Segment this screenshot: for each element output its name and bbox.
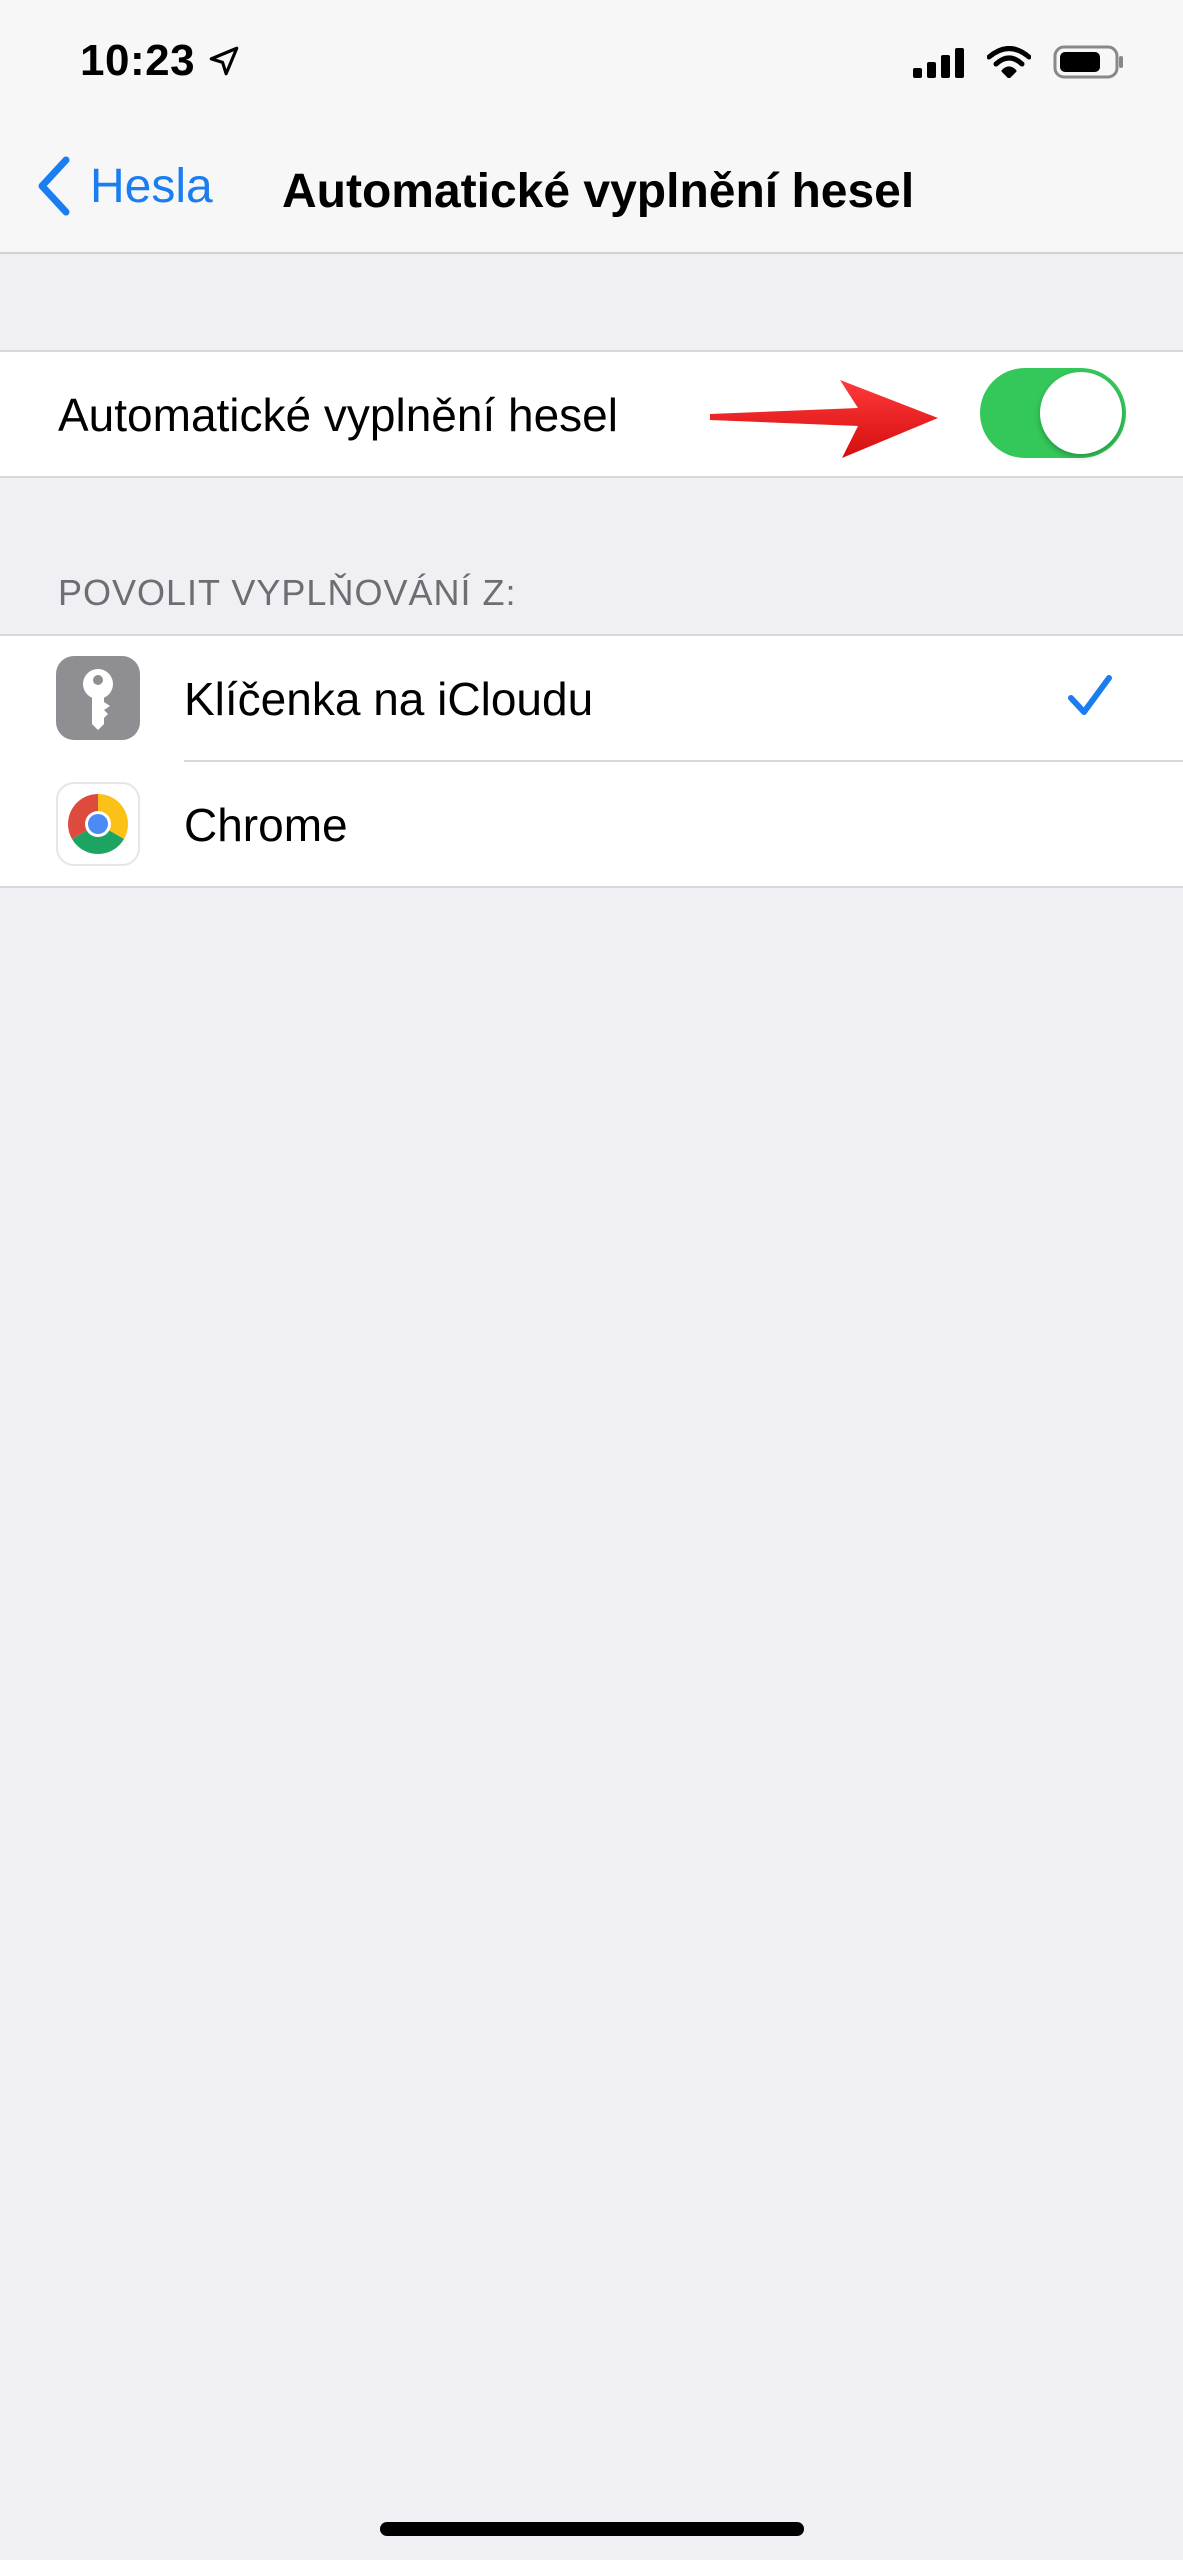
list-item-chrome[interactable]: Chrome xyxy=(0,762,1183,886)
red-arrow-icon xyxy=(710,380,938,458)
back-button[interactable]: Hesla xyxy=(34,156,213,216)
autofill-toggle-switch[interactable] xyxy=(980,368,1126,458)
autofill-source-list: Klíčenka na iCloudu Chrome xyxy=(0,634,1183,888)
autofill-toggle-label: Automatické vyplnění hesel xyxy=(58,389,618,441)
navigation-bar: Hesla Automatické vyplnění hesel xyxy=(0,130,1183,254)
toggle-knob xyxy=(1040,372,1122,454)
keychain-icon xyxy=(56,656,140,740)
chrome-icon xyxy=(56,782,140,866)
back-button-label: Hesla xyxy=(90,159,213,213)
home-indicator[interactable] xyxy=(380,2522,804,2536)
section-header: POVOLIT VYPLŇOVÁNÍ Z: xyxy=(58,572,517,613)
chevron-left-icon xyxy=(38,156,70,216)
list-item-label: Klíčenka na iCloudu xyxy=(184,673,594,725)
status-icons xyxy=(913,44,1125,80)
autofill-toggle-row: Automatické vyplnění hesel xyxy=(0,350,1183,478)
page-title: Automatické vyplnění hesel xyxy=(282,165,915,218)
status-time: 10:23 xyxy=(80,36,241,86)
list-item-icloud-keychain[interactable]: Klíčenka na iCloudu xyxy=(0,636,1183,762)
cellular-signal-icon xyxy=(913,48,964,78)
checkmark-icon xyxy=(1068,675,1112,715)
list-item-label: Chrome xyxy=(184,799,348,851)
wifi-icon xyxy=(987,46,1031,78)
status-time-text: 10:23 xyxy=(80,36,196,85)
battery-icon xyxy=(1053,45,1123,79)
status-bar: 10:23 xyxy=(0,0,1183,130)
location-arrow-icon xyxy=(209,46,239,76)
